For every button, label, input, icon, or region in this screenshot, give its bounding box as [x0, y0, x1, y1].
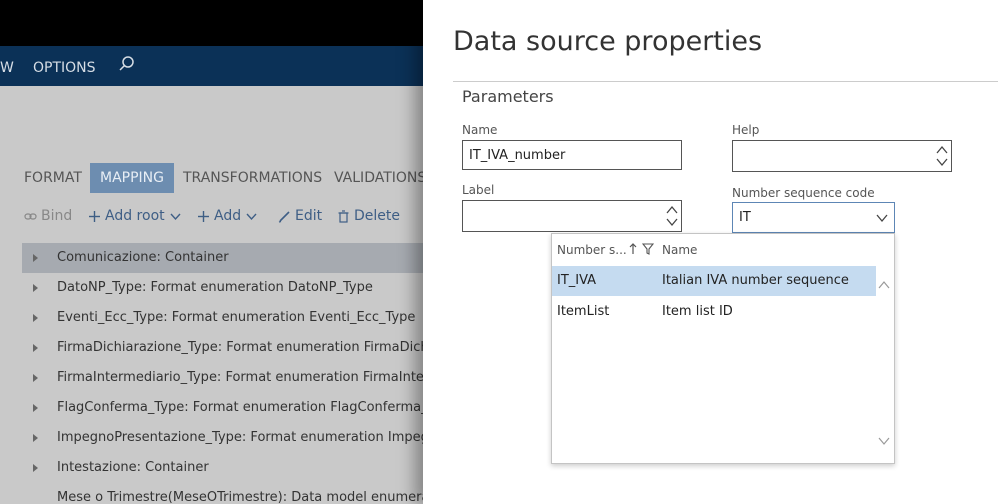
number-sequence-code-value: IT: [739, 210, 751, 225]
pencil-icon: [278, 210, 290, 223]
row-code: ItemList: [557, 304, 610, 319]
trash-icon: [338, 209, 349, 223]
scroll-up-icon[interactable]: [878, 280, 890, 290]
dropdown-row[interactable]: ItemList Item list ID: [552, 297, 876, 327]
edit-button[interactable]: Edit: [278, 208, 322, 224]
bind-label: Bind: [41, 208, 73, 224]
tree-row[interactable]: FirmaIntermediario_Type: Format enumerat…: [22, 363, 442, 393]
nav-item-partial[interactable]: W: [0, 60, 14, 76]
help-label: Help: [732, 123, 760, 137]
tree-row[interactable]: FlagConferma_Type: Format enumeration Fl…: [22, 393, 442, 423]
tree-row[interactable]: Mese o Trimestre(MeseOTrimestre): Data m…: [22, 483, 442, 504]
number-sequence-dropdown: Number s... Name IT_IVA Italian IVA numb…: [551, 233, 895, 464]
expand-caret-icon[interactable]: [33, 344, 38, 352]
plus-icon: [89, 210, 100, 222]
expand-caret-icon[interactable]: [33, 464, 38, 472]
delete-button[interactable]: Delete: [337, 208, 400, 224]
row-name: Item list ID: [662, 304, 733, 319]
nav-item-options[interactable]: OPTIONS: [33, 60, 96, 76]
number-sequence-code-select[interactable]: IT: [732, 202, 895, 233]
background-app: W OPTIONS FORMAT MAPPING TRANSFORMATIONS…: [0, 0, 442, 504]
dropdown-header: Number s... Name: [552, 234, 876, 267]
number-sequence-code-label: Number sequence code: [732, 186, 875, 200]
tree-row[interactable]: Comunicazione: Container: [22, 243, 442, 273]
tab-validations[interactable]: VALIDATIONS: [324, 163, 436, 193]
add-root-button[interactable]: Add root: [88, 208, 182, 224]
bind-button[interactable]: Bind: [24, 208, 72, 224]
scroll-down-icon[interactable]: [878, 436, 890, 446]
panel-title: Data source properties: [453, 26, 763, 57]
dropdown-row[interactable]: IT_IVA Italian IVA number sequence: [552, 266, 876, 296]
tree-row[interactable]: Intestazione: Container: [22, 453, 442, 483]
column-header-number-sequence[interactable]: Number s...: [557, 243, 627, 257]
delete-label: Delete: [354, 208, 400, 224]
tab-transformations[interactable]: TRANSFORMATIONS: [173, 163, 332, 193]
tree-row[interactable]: DatoNP_Type: Format enumeration DatoNP_T…: [22, 273, 442, 303]
label-input[interactable]: [462, 200, 682, 232]
data-source-properties-panel: Data source properties Parameters Name I…: [423, 0, 998, 504]
add-button[interactable]: Add: [197, 208, 258, 224]
name-input-value: IT_IVA_number: [469, 148, 566, 163]
chevron-down-icon[interactable]: [876, 213, 888, 223]
tab-mapping[interactable]: MAPPING: [90, 163, 174, 193]
nav-bar: W OPTIONS: [0, 46, 440, 86]
add-root-label: Add root: [105, 208, 165, 224]
link-icon: [24, 212, 37, 220]
name-label: Name: [462, 123, 498, 137]
sort-ascending-icon[interactable]: [628, 243, 638, 255]
plus-icon: [198, 210, 209, 222]
expand-caret-icon[interactable]: [33, 374, 38, 382]
search-icon[interactable]: [118, 55, 136, 73]
row-code: IT_IVA: [557, 273, 597, 288]
parameters-section-title: Parameters: [462, 87, 554, 106]
expand-caret-icon[interactable]: [33, 434, 38, 442]
expand-caret-icon[interactable]: [33, 284, 38, 292]
expand-caret-icon[interactable]: [33, 314, 38, 322]
divider: [453, 81, 998, 82]
filter-icon[interactable]: [642, 243, 654, 255]
expand-caret-icon[interactable]: [33, 254, 38, 262]
spinner-icon[interactable]: [935, 142, 949, 170]
chevron-down-icon: [170, 213, 181, 220]
tree-row[interactable]: ImpegnoPresentazione_Type: Format enumer…: [22, 423, 442, 453]
row-name: Italian IVA number sequence: [662, 273, 849, 288]
spinner-icon[interactable]: [665, 202, 679, 230]
add-label: Add: [214, 208, 242, 224]
name-input[interactable]: IT_IVA_number: [462, 140, 682, 170]
edit-label: Edit: [295, 208, 323, 224]
tab-format[interactable]: FORMAT: [14, 163, 92, 193]
label-label: Label: [462, 183, 495, 197]
column-header-name[interactable]: Name: [662, 243, 697, 257]
tree-row[interactable]: Eventi_Ecc_Type: Format enumeration Even…: [22, 303, 442, 333]
top-bar: [0, 0, 440, 46]
mapping-tree: Comunicazione: Container DatoNP_Type: Fo…: [22, 243, 442, 504]
tree-row[interactable]: FirmaDichiarazione_Type: Format enumerat…: [22, 333, 442, 363]
chevron-down-icon: [246, 213, 257, 220]
help-input[interactable]: [732, 140, 952, 172]
expand-caret-icon[interactable]: [33, 404, 38, 412]
